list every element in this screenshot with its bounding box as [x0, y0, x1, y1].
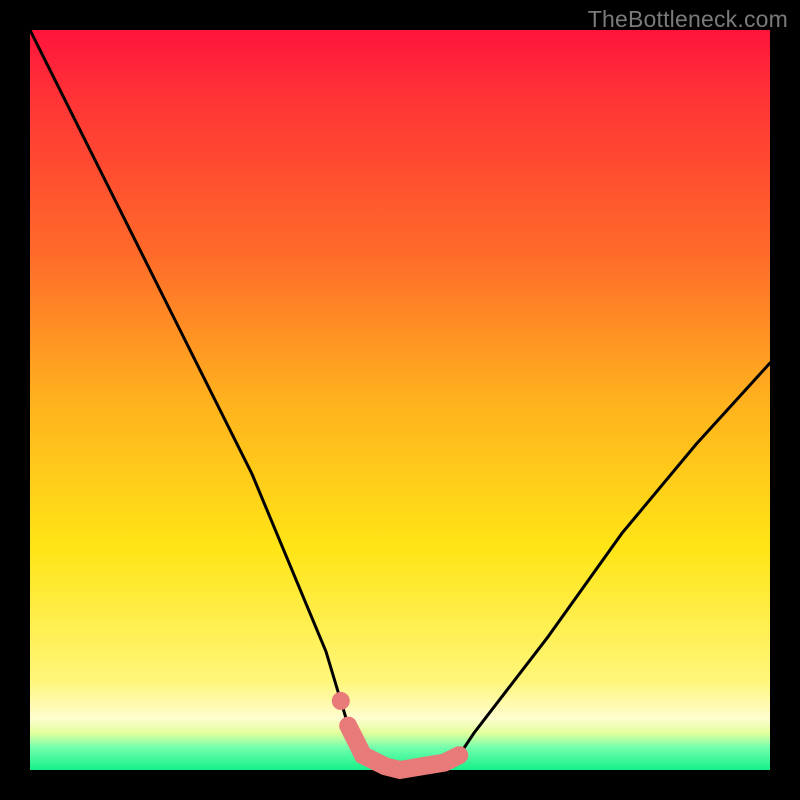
- plot-area: [30, 30, 770, 770]
- accent-segment-line: [348, 726, 459, 770]
- accent-dot-icon: [332, 692, 350, 710]
- chart-svg: [30, 30, 770, 770]
- bottleneck-curve-line: [30, 30, 770, 770]
- chart-frame: TheBottleneck.com: [0, 0, 800, 800]
- watermark-text: TheBottleneck.com: [588, 6, 788, 33]
